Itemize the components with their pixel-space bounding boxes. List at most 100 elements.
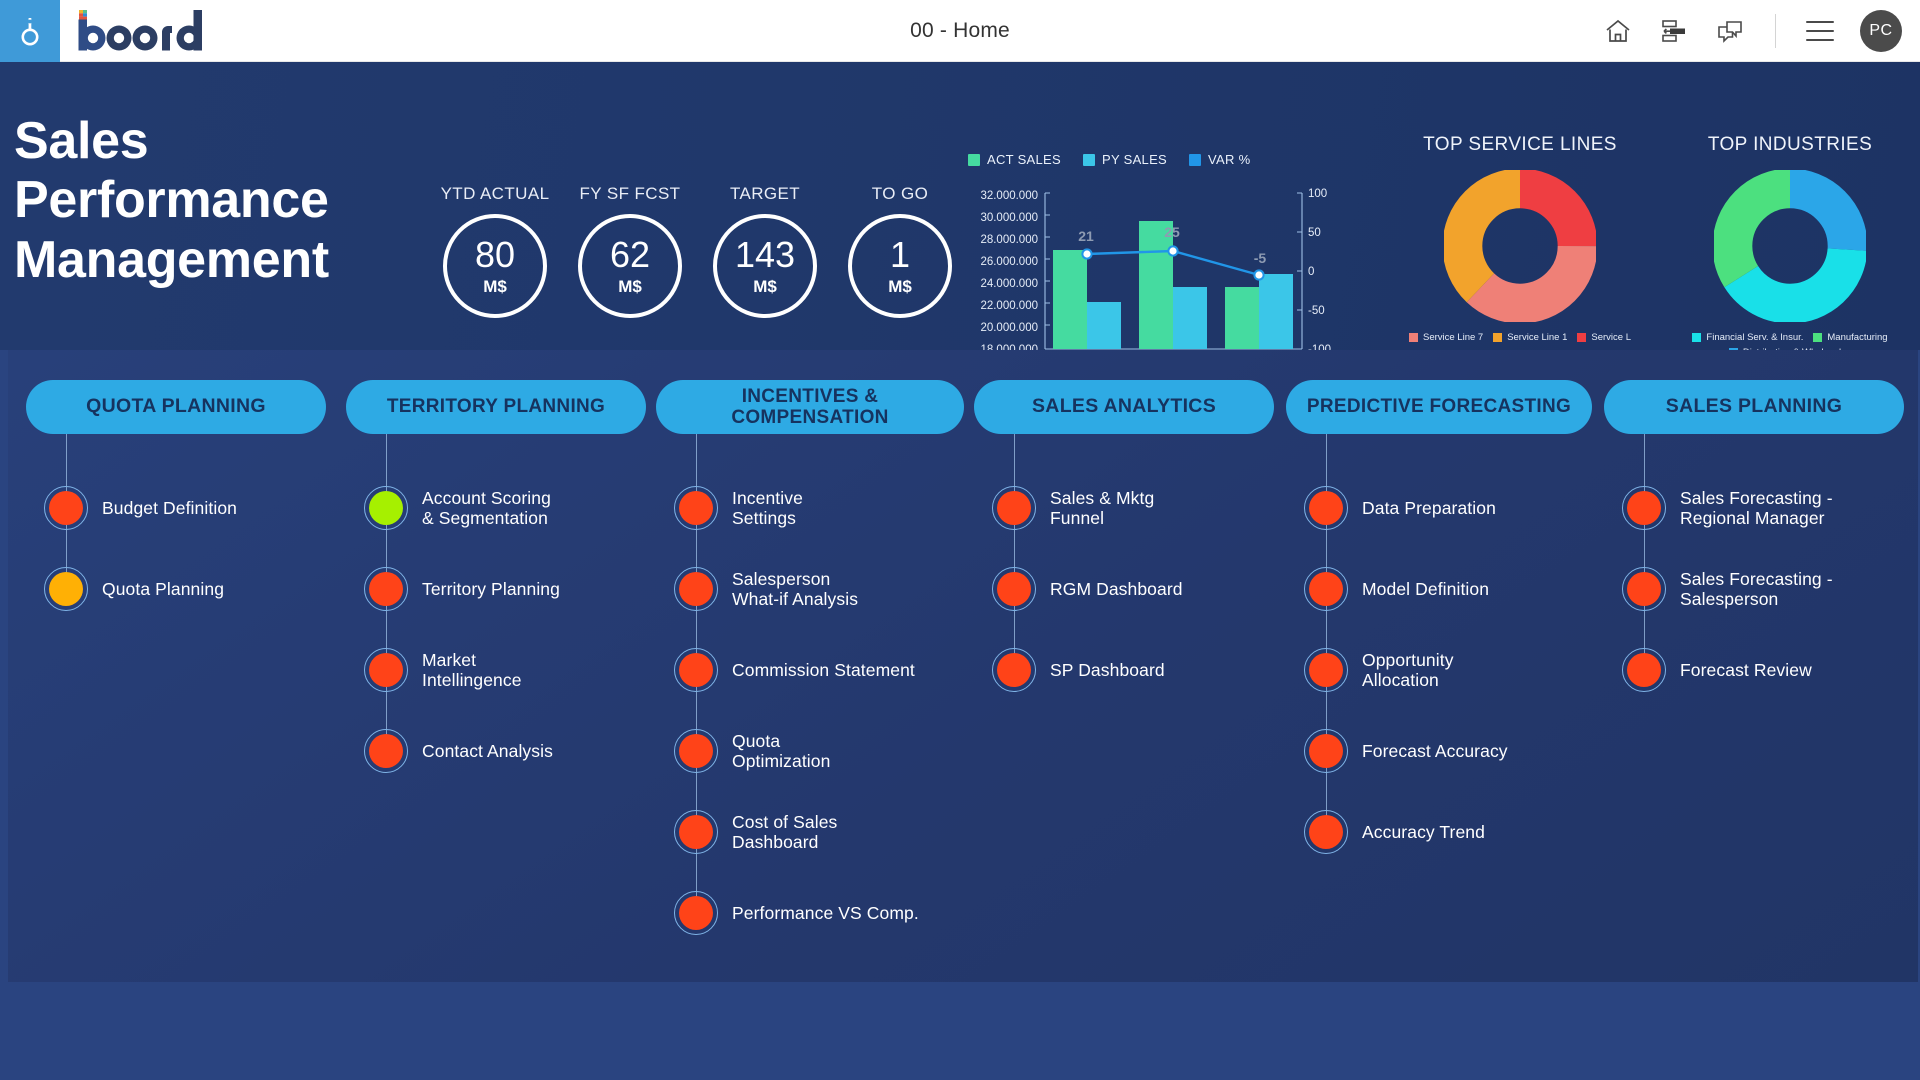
status-dot (997, 491, 1031, 525)
status-dot (1309, 653, 1343, 687)
status-dot-ring (364, 648, 408, 692)
status-dot (1309, 491, 1343, 525)
y-tick: 30.000.000 (980, 212, 1038, 224)
top-industries-chart[interactable]: TOP INDUSTRIES Financial Serv. & Insur. … (1670, 134, 1910, 358)
nav-item[interactable]: SP Dashboard (992, 648, 1165, 692)
nav-header-territory-planning[interactable]: TERRITORY PLANNING (346, 380, 646, 434)
legend-item: Service L (1577, 332, 1631, 343)
nav-item[interactable]: Sales Forecasting - Regional Manager (1622, 486, 1833, 530)
nav-item[interactable]: Model Definition (1304, 567, 1489, 611)
legend-swatch (1692, 333, 1702, 342)
status-dot-ring (44, 567, 88, 611)
kpi-target[interactable]: TARGET 143 M$ (708, 184, 822, 318)
status-dot (679, 896, 713, 930)
status-dot-ring (674, 729, 718, 773)
legend-item: Service Line 7 (1408, 332, 1483, 343)
legend-act-sales: ACT SALES (968, 152, 1061, 167)
nav-item[interactable]: Forecast Review (1622, 648, 1812, 692)
status-dot-ring (674, 567, 718, 611)
data-label: 21 (1078, 228, 1094, 244)
home-icon[interactable] (1603, 16, 1633, 46)
nav-item[interactable]: Performance VS Comp. (674, 891, 919, 935)
nav-header-predictive-forecasting[interactable]: PREDICTIVE FORECASTING (1286, 380, 1592, 434)
chart-title: TOP INDUSTRIES (1707, 134, 1873, 155)
legend-py-sales: PY SALES (1083, 152, 1167, 167)
status-dot-ring (674, 486, 718, 530)
nav-item[interactable]: Salesperson What-if Analysis (674, 567, 858, 611)
y-tick: 24.000.000 (980, 278, 1038, 290)
nav-item[interactable]: Forecast Accuracy (1304, 729, 1508, 773)
kpi-value: 143 (734, 234, 796, 275)
data-label: 25 (1164, 224, 1180, 240)
nav-item[interactable]: Account Scoring & Segmentation (364, 486, 551, 530)
chart-legend: Service Line 7 Service Line 1 Service L (1400, 332, 1640, 343)
brand-mark[interactable] (0, 0, 60, 62)
status-dot-ring (1304, 648, 1348, 692)
legend-label: VAR % (1208, 152, 1251, 167)
nav-item[interactable]: Opportunity Allocation (1304, 648, 1454, 692)
legend-var-pct: VAR % (1189, 152, 1250, 167)
status-dot (1309, 734, 1343, 768)
nav-item[interactable]: Contact Analysis (364, 729, 553, 773)
nav-item-label: Budget Definition (102, 497, 237, 518)
status-dot-ring (1622, 648, 1666, 692)
hero-band: Sales Performance Management YTD ACTUAL … (0, 62, 1920, 374)
nav-item[interactable]: Commission Statement (674, 648, 915, 692)
nav-item[interactable]: Sales & Mktg Funnel (992, 486, 1154, 530)
nav-item[interactable]: Quota Optimization (674, 729, 830, 773)
nav-item[interactable]: Quota Planning (44, 567, 224, 611)
nav-header-sales-analytics[interactable]: SALES ANALYTICS (974, 380, 1274, 434)
legend-swatch (1083, 153, 1095, 166)
kpi-to-go[interactable]: TO GO 1 M$ (843, 184, 957, 318)
kpi-label: FY SF FCST (579, 184, 681, 203)
navigation-panel: QUOTA PLANNING Budget Definition Quota Pla… (8, 350, 1918, 982)
top-service-lines-chart[interactable]: TOP SERVICE LINES Service Line 7 Service… (1400, 134, 1640, 343)
nav-item[interactable]: Cost of Sales Dashboard (674, 810, 837, 854)
status-dot-ring (674, 810, 718, 854)
layout-icon[interactable] (1659, 16, 1689, 46)
nav-item-label: Quota Optimization (732, 730, 831, 771)
nav-item-label: Performance VS Comp. (732, 902, 919, 923)
nav-item[interactable]: Budget Definition (44, 486, 237, 530)
kpi-fy-sf-fcst[interactable]: FY SF FCST 62 M$ (573, 184, 687, 318)
avatar[interactable]: PC (1860, 10, 1902, 52)
y-tick: 32.000.000 (980, 190, 1038, 202)
header-actions: PC (1603, 0, 1902, 62)
nav-item[interactable]: Territory Planning (364, 567, 560, 611)
legend-swatch (1408, 333, 1418, 342)
status-dot (1309, 572, 1343, 606)
menu-icon[interactable] (1806, 21, 1834, 41)
nav-header-quota-planning[interactable]: QUOTA PLANNING (26, 380, 326, 434)
title-line-2: Performance (14, 171, 329, 230)
nav-item[interactable]: Data Preparation (1304, 486, 1496, 530)
nav-item-label: Market Intellingence (422, 649, 522, 690)
nav-connector-line (1644, 434, 1645, 670)
dashboard-stage: Sales Performance Management YTD ACTUAL … (0, 62, 1920, 1080)
status-dot (369, 653, 403, 687)
kpi-label: YTD ACTUAL (440, 184, 550, 203)
nav-header-incentives-compensation[interactable]: INCENTIVES & COMPENSATION (656, 380, 964, 434)
status-dot (997, 653, 1031, 687)
nav-header-sales-planning[interactable]: SALES PLANNING (1604, 380, 1904, 434)
legend-item: Service Line 1 (1493, 332, 1567, 343)
status-dot (1309, 815, 1343, 849)
kpi-ytd-actual[interactable]: YTD ACTUAL 80 M$ (438, 184, 552, 318)
nav-item[interactable]: Sales Forecasting - Salesperson (1622, 567, 1833, 611)
status-dot-ring (992, 567, 1036, 611)
nav-item[interactable]: Accuracy Trend (1304, 810, 1485, 854)
legend-item: Manufacturing (1813, 332, 1888, 343)
nav-item-label: Territory Planning (422, 578, 560, 599)
status-dot (679, 734, 713, 768)
nav-item-label: Sales Forecasting - Regional Manager (1680, 487, 1833, 528)
nav-item[interactable]: Incentive Settings (674, 486, 803, 530)
nav-item[interactable]: RGM Dashboard (992, 567, 1183, 611)
kpi-gauge: 1 M$ (848, 214, 952, 318)
nav-item-label: Forecast Review (1680, 659, 1812, 680)
status-dot (679, 815, 713, 849)
legend-swatch (1493, 333, 1503, 342)
nav-item[interactable]: Market Intellingence (364, 648, 522, 692)
y2-tick: 50 (1308, 227, 1321, 239)
y-tick: 26.000.000 (980, 256, 1038, 268)
chat-icon[interactable] (1715, 16, 1745, 46)
legend-label: Financial Serv. & Insur. (1706, 332, 1804, 343)
